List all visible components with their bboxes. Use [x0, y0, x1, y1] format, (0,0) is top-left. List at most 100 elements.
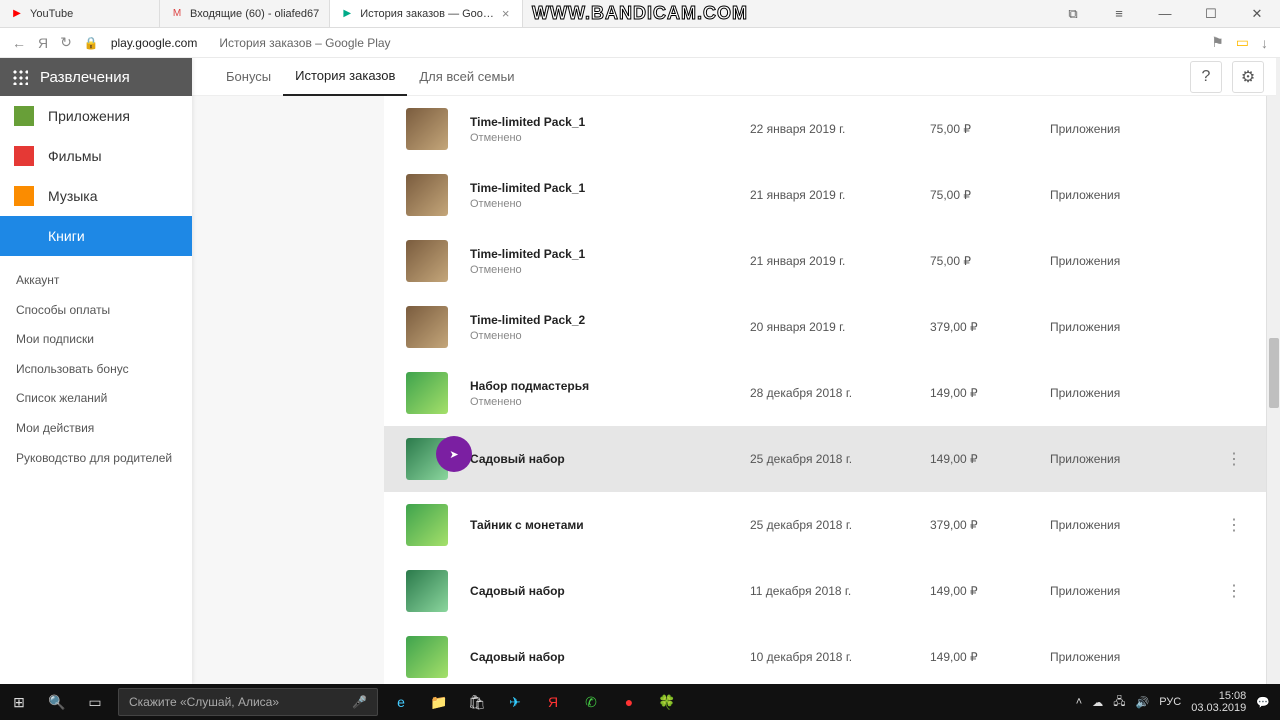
order-category: Приложения	[1050, 518, 1224, 532]
maximize-button[interactable]: ☐	[1188, 0, 1234, 27]
category-icon	[14, 106, 34, 126]
browser-tab-active[interactable]: ▶ История заказов — Goo… ×	[330, 0, 522, 27]
sidebar-link[interactable]: Мои действия	[0, 414, 192, 444]
order-row[interactable]: Тайник с монетами25 декабря 2018 г.379,0…	[384, 492, 1266, 558]
downloads-icon[interactable]: ↓	[1261, 35, 1268, 51]
clock[interactable]: 15:08 03.03.2019	[1191, 690, 1246, 714]
onedrive-icon[interactable]: ☁	[1092, 696, 1103, 709]
main-tab[interactable]: Для всей семьи	[407, 58, 526, 96]
main-tab[interactable]: История заказов	[283, 58, 407, 96]
gmail-icon: M	[170, 7, 184, 21]
sidebar-link[interactable]: Использовать бонус	[0, 355, 192, 385]
sidebar-link[interactable]: Мои подписки	[0, 325, 192, 355]
sidebar-item[interactable]: Фильмы	[0, 136, 192, 176]
minimize-button[interactable]: —	[1142, 0, 1188, 27]
apps-grid-icon	[12, 69, 28, 85]
record-icon[interactable]: ●	[610, 684, 648, 720]
order-title: Садовый набор	[470, 452, 750, 466]
kebab-icon[interactable]: ⋮	[1224, 449, 1244, 469]
sidebar-item-label: Фильмы	[48, 148, 102, 164]
close-icon[interactable]: ×	[500, 6, 512, 21]
watermark: WWW.BANDICAM.COM	[532, 2, 748, 24]
cursor-highlight: ➤	[436, 436, 472, 472]
order-price: 379,00 ₽	[930, 320, 1050, 334]
vertical-scrollbar[interactable]	[1266, 58, 1280, 684]
youtube-icon: ▶	[10, 7, 24, 21]
sidebar-item[interactable]: Музыка	[0, 176, 192, 216]
order-row[interactable]: Набор подмастерьяОтменено28 декабря 2018…	[384, 360, 1266, 426]
order-row[interactable]: Садовый набор10 декабря 2018 г.149,00 ₽П…	[384, 624, 1266, 684]
edge-icon[interactable]: e	[382, 684, 420, 720]
tab-title: YouTube	[30, 8, 149, 20]
sidebar-item-label: Книги	[48, 228, 85, 244]
order-date: 22 января 2019 г.	[750, 122, 930, 136]
yandex-icon[interactable]: Я	[534, 684, 572, 720]
sidebar-link[interactable]: Руководство для родителей	[0, 444, 192, 474]
yandex-icon[interactable]: Я	[38, 35, 48, 51]
volume-icon[interactable]: 🔊	[1136, 696, 1150, 709]
order-title: Time-limited Pack_1	[470, 181, 750, 195]
settings-button[interactable]: ⚙	[1232, 61, 1264, 93]
telegram-icon[interactable]: ✈	[496, 684, 534, 720]
start-button[interactable]: ⊞	[0, 684, 38, 720]
main-tab[interactable]: Бонусы	[214, 58, 283, 96]
order-price: 149,00 ₽	[930, 650, 1050, 664]
back-button[interactable]: ←	[12, 35, 26, 51]
order-thumbnail	[406, 570, 448, 612]
kebab-icon[interactable]: ⋮	[1224, 581, 1244, 601]
order-category: Приложения	[1050, 386, 1224, 400]
search-icon[interactable]: 🔍	[38, 684, 76, 720]
sidebar-item-label: Приложения	[48, 108, 130, 124]
order-price: 149,00 ₽	[930, 584, 1050, 598]
order-row[interactable]: Time-limited Pack_1Отменено21 января 201…	[384, 228, 1266, 294]
notifications-icon[interactable]: 💬	[1256, 696, 1270, 709]
url-host[interactable]: play.google.com	[111, 36, 198, 50]
mic-icon[interactable]: 🎤	[352, 695, 367, 709]
reload-button[interactable]: ↻	[60, 34, 72, 51]
order-row[interactable]: Time-limited Pack_2Отменено20 января 201…	[384, 294, 1266, 360]
sidebar-link[interactable]: Список желаний	[0, 384, 192, 414]
sidebar-item-label: Музыка	[48, 188, 98, 204]
help-button[interactable]: ?	[1190, 61, 1222, 93]
close-button[interactable]: ✕	[1234, 0, 1280, 27]
order-row[interactable]: Time-limited Pack_1Отменено21 января 201…	[384, 162, 1266, 228]
store-icon[interactable]: 🛍	[458, 684, 496, 720]
browser-tab[interactable]: ▶ YouTube	[0, 0, 160, 27]
kebab-icon[interactable]: ⋮	[1224, 515, 1244, 535]
sidebar-item[interactable]: Приложения	[0, 96, 192, 136]
menu-icon[interactable]: ≡	[1096, 0, 1142, 27]
order-price: 149,00 ₽	[930, 452, 1050, 466]
order-row[interactable]: Садовый набор11 декабря 2018 г.149,00 ₽П…	[384, 558, 1266, 624]
language-indicator[interactable]: РУС	[1159, 696, 1181, 708]
app-icon[interactable]: 🍀	[648, 684, 686, 720]
order-title: Time-limited Pack_2	[470, 313, 750, 327]
order-status: Отменено	[470, 330, 750, 342]
network-icon[interactable]: 🖧	[1113, 693, 1125, 712]
order-row[interactable]: Time-limited Pack_1Отменено22 января 201…	[384, 96, 1266, 162]
lock-icon[interactable]: 🔒	[84, 36, 99, 50]
sidebar-icon[interactable]: ⧉	[1050, 0, 1096, 27]
order-date: 10 декабря 2018 г.	[750, 650, 930, 664]
task-view-icon[interactable]: ▭	[76, 684, 114, 720]
sidebar-link[interactable]: Аккаунт	[0, 266, 192, 296]
cortana-search[interactable]: Скажите «Слушай, Алиса» 🎤	[118, 688, 378, 716]
order-status: Отменено	[470, 264, 750, 276]
sidebar-item[interactable]: Книги	[0, 216, 192, 256]
browser-tab[interactable]: M Входящие (60) - oliafed67	[160, 0, 330, 27]
category-icon	[14, 146, 34, 166]
order-category: Приложения	[1050, 254, 1224, 268]
order-row[interactable]: Садовый набор25 декабря 2018 г.149,00 ₽П…	[384, 426, 1266, 492]
sidebar-header[interactable]: Развлечения	[0, 58, 192, 96]
order-date: 25 декабря 2018 г.	[750, 518, 930, 532]
whatsapp-icon[interactable]: ✆	[572, 684, 610, 720]
bookmark-icon[interactable]: ⚑	[1211, 34, 1224, 51]
sidebar: Развлечения ПриложенияФильмыМузыкаКниги …	[0, 58, 192, 684]
order-date: 21 января 2019 г.	[750, 254, 930, 268]
tray-chevron-icon[interactable]: ˄	[1076, 696, 1082, 708]
play-icon: ▶	[340, 7, 354, 21]
order-category: Приложения	[1050, 122, 1224, 136]
explorer-icon[interactable]: 📁	[420, 684, 458, 720]
tab-title: История заказов — Goo…	[360, 8, 494, 20]
sidebar-link[interactable]: Способы оплаты	[0, 296, 192, 326]
category-icon	[14, 226, 34, 246]
